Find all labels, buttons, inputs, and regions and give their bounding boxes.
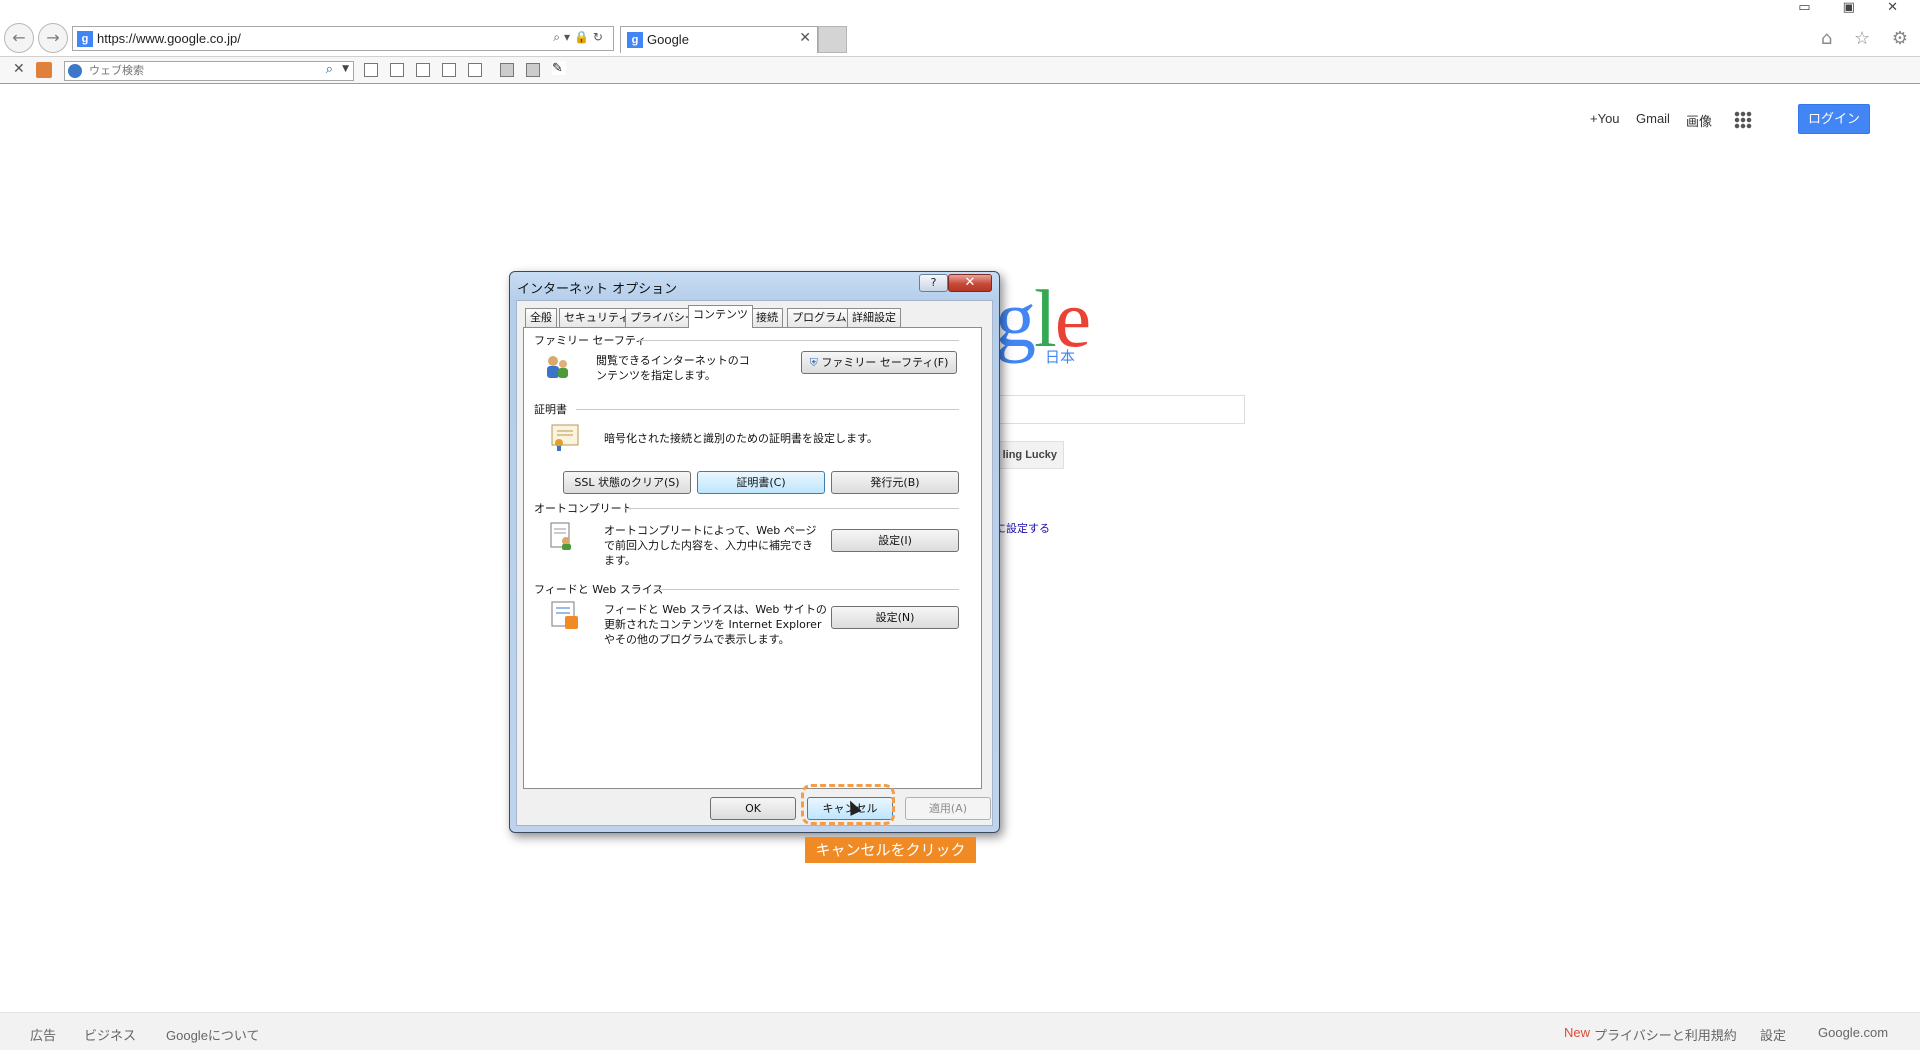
logo-subtitle: 日本: [1045, 348, 1076, 366]
web-search-input[interactable]: [87, 63, 307, 79]
divider: [624, 508, 959, 509]
tab-security[interactable]: セキュリティ: [559, 308, 635, 327]
autocomplete-settings-button[interactable]: 設定(I): [831, 529, 959, 552]
ok-button[interactable]: OK: [710, 797, 796, 820]
logo-letter-g: g: [995, 273, 1036, 364]
autocomplete-heading: オートコンプリート: [534, 502, 633, 515]
tab-advanced[interactable]: 詳細設定: [847, 308, 901, 327]
certificates-heading: 証明書: [534, 403, 567, 416]
footer-ads-link[interactable]: 広告: [30, 1025, 56, 1044]
footer-settings-link[interactable]: 設定: [1760, 1025, 1786, 1044]
shield-icon: ⛨: [809, 356, 818, 369]
dialog-title: インターネット オプション: [517, 282, 678, 297]
monitor-icon[interactable]: [500, 63, 514, 77]
footer-new-badge: New: [1564, 1025, 1591, 1040]
plus-you-link[interactable]: +You: [1590, 111, 1620, 126]
feeds-heading: フィードと Web スライス: [534, 583, 664, 596]
autocomplete-icon: [550, 522, 571, 550]
toolbar-home-icon[interactable]: [36, 62, 52, 78]
google-top-bar: +You Gmail 画像 ログイン: [1590, 104, 1870, 134]
tab-title: Google: [647, 32, 689, 47]
web-search-box[interactable]: ⌕ ▼: [64, 61, 354, 81]
autocomplete-description: オートコンプリートによって、Web ページで前回入力した内容を、入力中に補完でき…: [604, 524, 817, 567]
login-button[interactable]: ログイン: [1798, 104, 1870, 134]
google-logo: gle: [995, 272, 1091, 366]
google-footer: 広告 ビジネス Googleについて New プライバシーと利用規約 設定 Go…: [0, 1012, 1920, 1050]
family-safety-button-label: ファミリー セーフティ(F): [821, 356, 949, 369]
dialog-body: 全般 セキュリティ プライバシー コンテンツ 接続 プログラム 詳細設定 ファミ…: [516, 300, 993, 826]
feeds-description: フィードと Web スライスは、Web サイトの更新されたコンテンツを Inte…: [604, 603, 827, 646]
footer-business-link[interactable]: ビジネス: [84, 1025, 136, 1044]
site-favicon-icon: g: [77, 31, 93, 47]
print-icon[interactable]: [416, 63, 430, 77]
address-bar[interactable]: g https://www.google.co.jp/ ⌕▾🔒↻: [72, 26, 614, 51]
instruction-callout: キャンセルをクリック: [805, 837, 976, 863]
feeds-icon: [551, 601, 578, 629]
footer-google-com-link[interactable]: Google.com: [1818, 1025, 1888, 1040]
window-controls-icon[interactable]: ▭ ▣ ✕: [1798, 0, 1912, 15]
family-safety-icon: [547, 356, 568, 378]
internet-options-dialog: インターネット オプション ? ✕ 全般 セキュリティ プライバシー コンテンツ…: [509, 271, 1000, 833]
footer-about-link[interactable]: Googleについて: [166, 1025, 260, 1044]
address-controls-icon[interactable]: ⌕▾🔒↻: [553, 30, 607, 45]
browser-chrome: ← → g https://www.google.co.jp/ ⌕▾🔒↻ g G…: [0, 0, 1920, 84]
help-button[interactable]: ?: [919, 274, 948, 292]
tab-content[interactable]: コンテンツ: [688, 305, 753, 328]
divider: [654, 589, 959, 590]
apply-button[interactable]: 適用(A): [905, 797, 991, 820]
family-safety-heading: ファミリー セーフティ: [534, 334, 647, 347]
pin-icon[interactable]: ✎: [552, 61, 566, 76]
window-icon[interactable]: [442, 63, 456, 77]
clear-ssl-state-button[interactable]: SSL 状態のクリア(S): [563, 471, 691, 494]
dialog-close-button[interactable]: ✕: [948, 274, 992, 292]
new-tab-button[interactable]: [818, 26, 847, 53]
home-favorites-settings-icon[interactable]: ⌂ ☆ ⚙: [1821, 28, 1916, 49]
feeds-settings-button[interactable]: 設定(N): [831, 606, 959, 629]
footer-privacy-link[interactable]: プライバシーと利用規約: [1594, 1025, 1737, 1044]
search-icon[interactable]: ⌕: [326, 62, 333, 77]
back-button[interactable]: ←: [4, 23, 34, 53]
content-tab-panel: ファミリー セーフティ 閲覧できるインターネットのコンテンツを指定します。 ⛨ …: [523, 327, 982, 789]
page-icon[interactable]: [364, 63, 378, 77]
feeling-lucky-button[interactable]: ling Lucky: [995, 441, 1064, 469]
divider: [639, 340, 959, 341]
tab-favicon-icon: g: [627, 32, 643, 48]
window-arrow-icon[interactable]: [468, 63, 482, 77]
images-link[interactable]: 画像: [1686, 111, 1712, 130]
url-text[interactable]: https://www.google.co.jp/: [97, 31, 241, 46]
forward-button[interactable]: →: [38, 23, 68, 53]
gmail-link[interactable]: Gmail: [1636, 111, 1670, 126]
publishers-button[interactable]: 発行元(B): [831, 471, 959, 494]
tab-general[interactable]: 全般: [525, 308, 557, 327]
globe-icon: [68, 64, 82, 78]
browser-tab[interactable]: g Google ✕: [620, 26, 818, 53]
tab-close-icon[interactable]: ✕: [799, 30, 811, 46]
tab-programs[interactable]: プログラム: [787, 308, 852, 327]
certificate-icon: [551, 424, 579, 451]
divider: [576, 409, 959, 410]
family-safety-button[interactable]: ⛨ ファミリー セーフティ(F): [801, 351, 957, 374]
apps-grid-icon[interactable]: [1734, 111, 1752, 129]
command-toolbar: ✕ ⌕ ▼ ✎: [0, 56, 1920, 84]
page-text-icon[interactable]: [390, 63, 404, 77]
set-homepage-link[interactable]: に設定する: [995, 520, 1050, 536]
certificates-button[interactable]: 証明書(C): [697, 471, 825, 494]
tab-connections[interactable]: 接続: [751, 308, 783, 327]
chevron-down-icon[interactable]: ▼: [342, 64, 349, 74]
certificates-description: 暗号化された接続と識別のための証明書を設定します。: [604, 432, 878, 445]
close-toolbar-icon[interactable]: ✕: [13, 61, 25, 77]
family-safety-description: 閲覧できるインターネットのコンテンツを指定します。: [596, 354, 750, 382]
monitor-arrow-icon[interactable]: [526, 63, 540, 77]
google-search-input[interactable]: [995, 395, 1245, 424]
